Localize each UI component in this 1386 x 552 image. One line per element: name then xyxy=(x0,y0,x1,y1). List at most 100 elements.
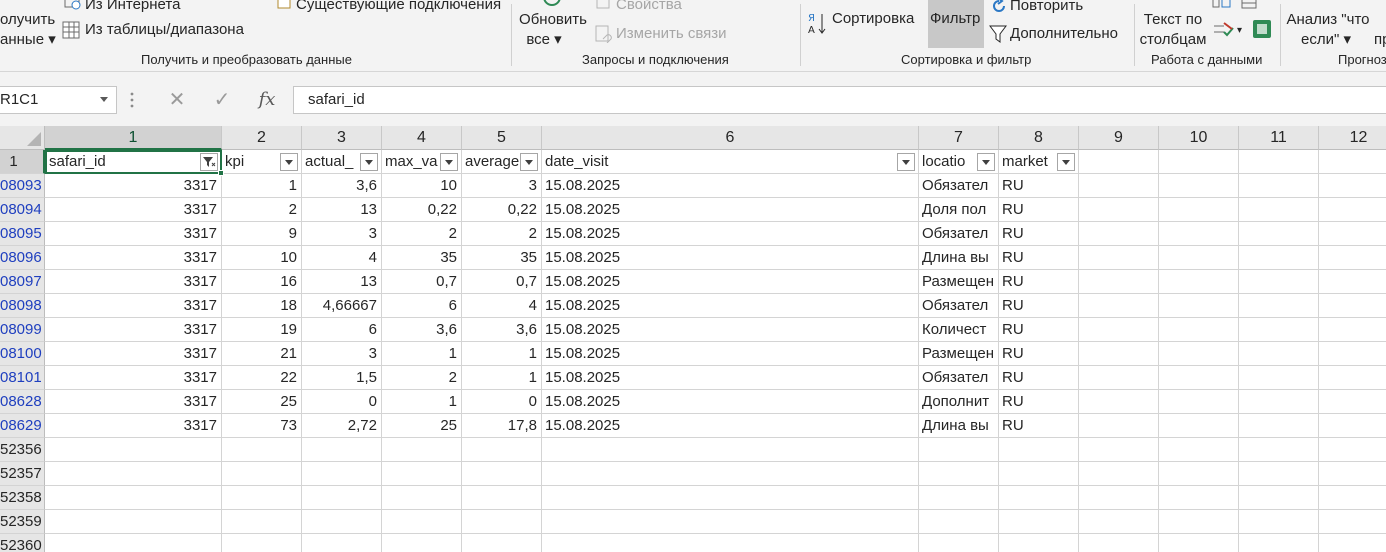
table-cell[interactable]: 21 xyxy=(222,342,302,366)
row-header[interactable]: 08629 xyxy=(0,414,45,438)
table-cell[interactable] xyxy=(1159,198,1239,222)
filter-dropdown-icon[interactable] xyxy=(280,153,298,171)
table-cell[interactable]: 4 xyxy=(302,246,382,270)
table-cell[interactable]: 3317 xyxy=(45,294,222,318)
table-cell[interactable]: 15.08.2025 xyxy=(542,390,919,414)
table-cell[interactable] xyxy=(1239,486,1319,510)
table-cell[interactable] xyxy=(1159,510,1239,534)
row-header[interactable]: 08096 xyxy=(0,246,45,270)
table-cell[interactable] xyxy=(542,438,919,462)
table-cell[interactable]: 3 xyxy=(302,222,382,246)
table-cell[interactable] xyxy=(1079,510,1159,534)
table-cell[interactable]: 3317 xyxy=(45,414,222,438)
table-cell[interactable] xyxy=(1319,318,1386,342)
table-cell[interactable] xyxy=(1319,198,1386,222)
cancel-icon[interactable]: ✕ xyxy=(162,86,192,114)
header-cell[interactable]: safari_id xyxy=(45,150,222,174)
table-cell[interactable] xyxy=(45,462,222,486)
sort-button[interactable]: Сортировка xyxy=(832,9,914,29)
table-cell[interactable]: RU xyxy=(999,366,1079,390)
table-cell[interactable] xyxy=(1159,246,1239,270)
table-cell[interactable] xyxy=(1159,534,1239,552)
table-cell[interactable]: 15.08.2025 xyxy=(542,366,919,390)
table-cell[interactable] xyxy=(382,510,462,534)
insert-function-icon[interactable]: fx xyxy=(252,86,282,114)
get-data-button-label-2[interactable]: анные ▾ xyxy=(0,30,56,50)
table-cell[interactable]: 25 xyxy=(382,414,462,438)
table-cell[interactable]: 3317 xyxy=(45,246,222,270)
table-cell[interactable] xyxy=(1319,462,1386,486)
get-data-button-label[interactable]: олучить xyxy=(0,10,55,30)
table-cell[interactable]: RU xyxy=(999,198,1079,222)
filter-dropdown-icon[interactable] xyxy=(520,153,538,171)
row-header[interactable]: 52360 xyxy=(0,534,45,552)
table-cell[interactable] xyxy=(1239,246,1319,270)
table-cell[interactable] xyxy=(1159,486,1239,510)
fill-handle[interactable] xyxy=(218,170,224,176)
row-header[interactable]: 52356 xyxy=(0,438,45,462)
table-cell[interactable] xyxy=(1319,294,1386,318)
table-cell[interactable] xyxy=(1079,270,1159,294)
table-cell[interactable] xyxy=(1079,534,1159,552)
table-cell[interactable] xyxy=(1159,174,1239,198)
table-cell[interactable] xyxy=(542,486,919,510)
table-cell[interactable] xyxy=(919,438,999,462)
table-cell[interactable] xyxy=(382,438,462,462)
table-cell[interactable] xyxy=(1319,534,1386,552)
table-cell[interactable]: 1,5 xyxy=(302,366,382,390)
table-cell[interactable] xyxy=(302,462,382,486)
table-cell[interactable]: 4,66667 xyxy=(302,294,382,318)
header-cell[interactable] xyxy=(1159,150,1239,174)
table-cell[interactable] xyxy=(45,534,222,552)
table-cell[interactable] xyxy=(462,534,542,552)
table-cell[interactable]: 10 xyxy=(222,246,302,270)
table-cell[interactable]: RU xyxy=(999,294,1079,318)
table-cell[interactable]: 22 xyxy=(222,366,302,390)
select-all-corner[interactable] xyxy=(0,126,45,150)
table-cell[interactable] xyxy=(302,510,382,534)
table-cell[interactable]: 3,6 xyxy=(302,174,382,198)
table-cell[interactable]: 6 xyxy=(302,318,382,342)
table-cell[interactable]: 3317 xyxy=(45,198,222,222)
table-cell[interactable] xyxy=(462,510,542,534)
table-cell[interactable]: 0,7 xyxy=(382,270,462,294)
table-cell[interactable]: 4 xyxy=(462,294,542,318)
table-cell[interactable]: 13 xyxy=(302,270,382,294)
column-header[interactable]: 4 xyxy=(382,126,462,150)
table-cell[interactable]: 3,6 xyxy=(382,318,462,342)
table-cell[interactable] xyxy=(302,486,382,510)
filter-dropdown-icon[interactable] xyxy=(897,153,915,171)
table-cell[interactable]: Доля пол xyxy=(919,198,999,222)
table-cell[interactable]: 17,8 xyxy=(462,414,542,438)
table-cell[interactable] xyxy=(1239,366,1319,390)
table-cell[interactable] xyxy=(1239,294,1319,318)
table-cell[interactable]: 15.08.2025 xyxy=(542,270,919,294)
table-cell[interactable] xyxy=(999,534,1079,552)
table-cell[interactable] xyxy=(1239,534,1319,552)
table-cell[interactable] xyxy=(999,462,1079,486)
table-cell[interactable] xyxy=(919,534,999,552)
filter-button[interactable]: Фильтр xyxy=(930,9,980,29)
table-cell[interactable] xyxy=(542,510,919,534)
table-cell[interactable]: 3317 xyxy=(45,222,222,246)
filter-dropdown-icon[interactable] xyxy=(440,153,458,171)
table-cell[interactable] xyxy=(45,438,222,462)
row-header[interactable]: 08097 xyxy=(0,270,45,294)
table-cell[interactable] xyxy=(1319,438,1386,462)
table-cell[interactable]: 15.08.2025 xyxy=(542,174,919,198)
row-header[interactable]: 08628 xyxy=(0,390,45,414)
table-cell[interactable] xyxy=(919,486,999,510)
table-cell[interactable] xyxy=(1239,462,1319,486)
table-cell[interactable] xyxy=(1159,270,1239,294)
table-cell[interactable]: 15.08.2025 xyxy=(542,414,919,438)
table-cell[interactable]: RU xyxy=(999,246,1079,270)
table-cell[interactable]: RU xyxy=(999,222,1079,246)
table-cell[interactable] xyxy=(1079,438,1159,462)
table-cell[interactable] xyxy=(1319,342,1386,366)
table-cell[interactable] xyxy=(222,534,302,552)
table-cell[interactable] xyxy=(999,438,1079,462)
header-cell[interactable]: date_visit xyxy=(542,150,919,174)
table-cell[interactable] xyxy=(1239,318,1319,342)
forecast-button-fragment[interactable]: пр xyxy=(1374,30,1386,50)
table-cell[interactable]: 15.08.2025 xyxy=(542,318,919,342)
